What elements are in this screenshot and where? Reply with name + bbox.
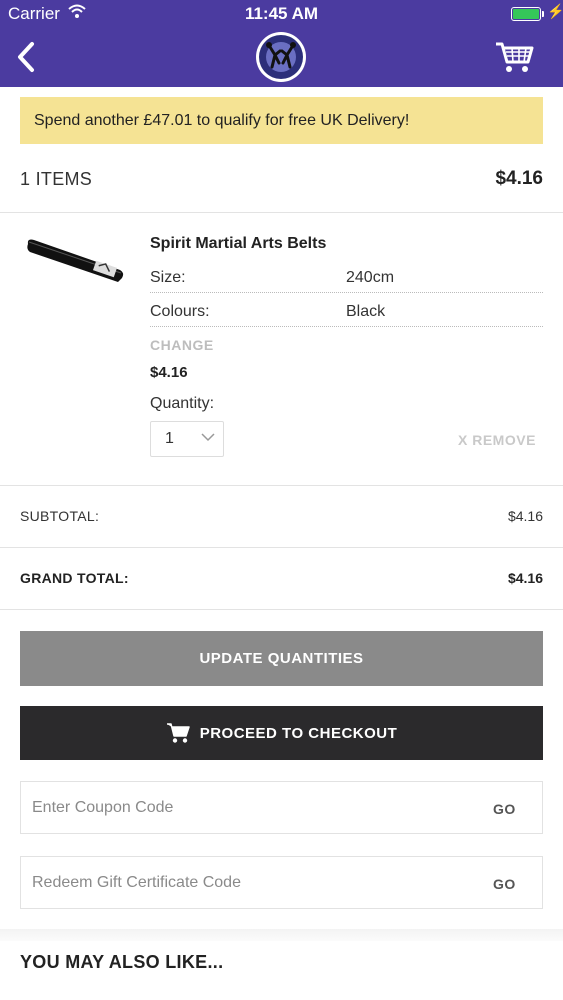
attribute-value: 240cm — [346, 269, 395, 286]
battery-fill — [513, 9, 539, 19]
shopping-cart-icon — [496, 42, 534, 72]
gift-certificate-field[interactable]: Redeem Gift Certificate Code GO — [20, 856, 543, 909]
divider — [0, 485, 563, 486]
coupon-code-field[interactable]: Enter Coupon Code GO — [20, 781, 543, 834]
grand-total-label: GRAND TOTAL: — [20, 570, 129, 586]
status-time: 11:45 AM — [244, 4, 319, 23]
cart-summary-row: 1 ITEMS $4.16 — [20, 164, 543, 194]
update-quantities-label: UPDATE QUANTITIES — [199, 650, 364, 667]
cart-icon — [166, 723, 190, 743]
items-count: 1 ITEMS — [20, 168, 93, 189]
product-name[interactable]: Spirit Martial Arts Belts — [150, 235, 326, 253]
quantity-label: Quantity: — [150, 395, 215, 412]
attribute-row-colour: Colours: Black — [150, 297, 543, 327]
attribute-row-size: Size: 240cm — [150, 263, 543, 293]
quantity-value: 1 — [165, 430, 174, 447]
attribute-label: Size: — [150, 269, 186, 286]
free-delivery-text: Spend another £47.01 to qualify for free… — [34, 111, 410, 129]
section-separator — [0, 929, 563, 941]
subtotal-row: SUBTOTAL: $4.16 — [20, 504, 543, 528]
back-button[interactable] — [12, 40, 44, 74]
proceed-to-checkout-label: PROCEED TO CHECKOUT — [199, 724, 398, 742]
battery-icon — [511, 7, 541, 21]
remove-button[interactable]: X REMOVE — [458, 432, 536, 448]
product-price: $4.16 — [150, 364, 188, 381]
cart-button[interactable] — [494, 40, 534, 74]
product-image[interactable] — [24, 232, 126, 284]
app-header: Carrier 11:45 AM ⚡ — [0, 0, 563, 87]
status-bar: Carrier 11:45 AM ⚡ — [0, 0, 563, 28]
attribute-label: Colours: — [150, 303, 210, 320]
divider — [0, 547, 563, 548]
charging-icon: ⚡ — [547, 3, 563, 19]
attribute-value: Black — [346, 303, 386, 320]
quantity-select[interactable]: 1 — [150, 421, 224, 457]
update-quantities-button[interactable]: UPDATE QUANTITIES — [20, 631, 543, 686]
grand-total-row: GRAND TOTAL: $4.16 — [20, 566, 543, 590]
subtotal-label: SUBTOTAL: — [20, 508, 100, 524]
coupon-placeholder: Enter Coupon Code — [32, 799, 174, 816]
gift-certificate-placeholder: Redeem Gift Certificate Code — [32, 874, 241, 891]
chevron-down-icon — [201, 433, 215, 442]
subtotal-value: $4.16 — [507, 508, 543, 524]
coupon-go-button[interactable]: GO — [493, 801, 516, 817]
change-link[interactable]: CHANGE — [150, 337, 214, 353]
free-delivery-banner: Spend another £47.01 to qualify for free… — [20, 97, 543, 144]
proceed-to-checkout-button[interactable]: PROCEED TO CHECKOUT — [20, 706, 543, 760]
grand-total-value: $4.16 — [507, 570, 543, 586]
cart-total: $4.16 — [495, 168, 543, 189]
gift-certificate-go-button[interactable]: GO — [493, 876, 516, 892]
you-may-also-like-heading: YOU MAY ALSO LIKE... — [20, 952, 224, 972]
chevron-left-icon — [18, 42, 34, 72]
divider — [0, 609, 563, 610]
battery-tip — [542, 11, 544, 17]
martial-arts-logo[interactable] — [255, 31, 307, 83]
divider — [0, 212, 563, 213]
